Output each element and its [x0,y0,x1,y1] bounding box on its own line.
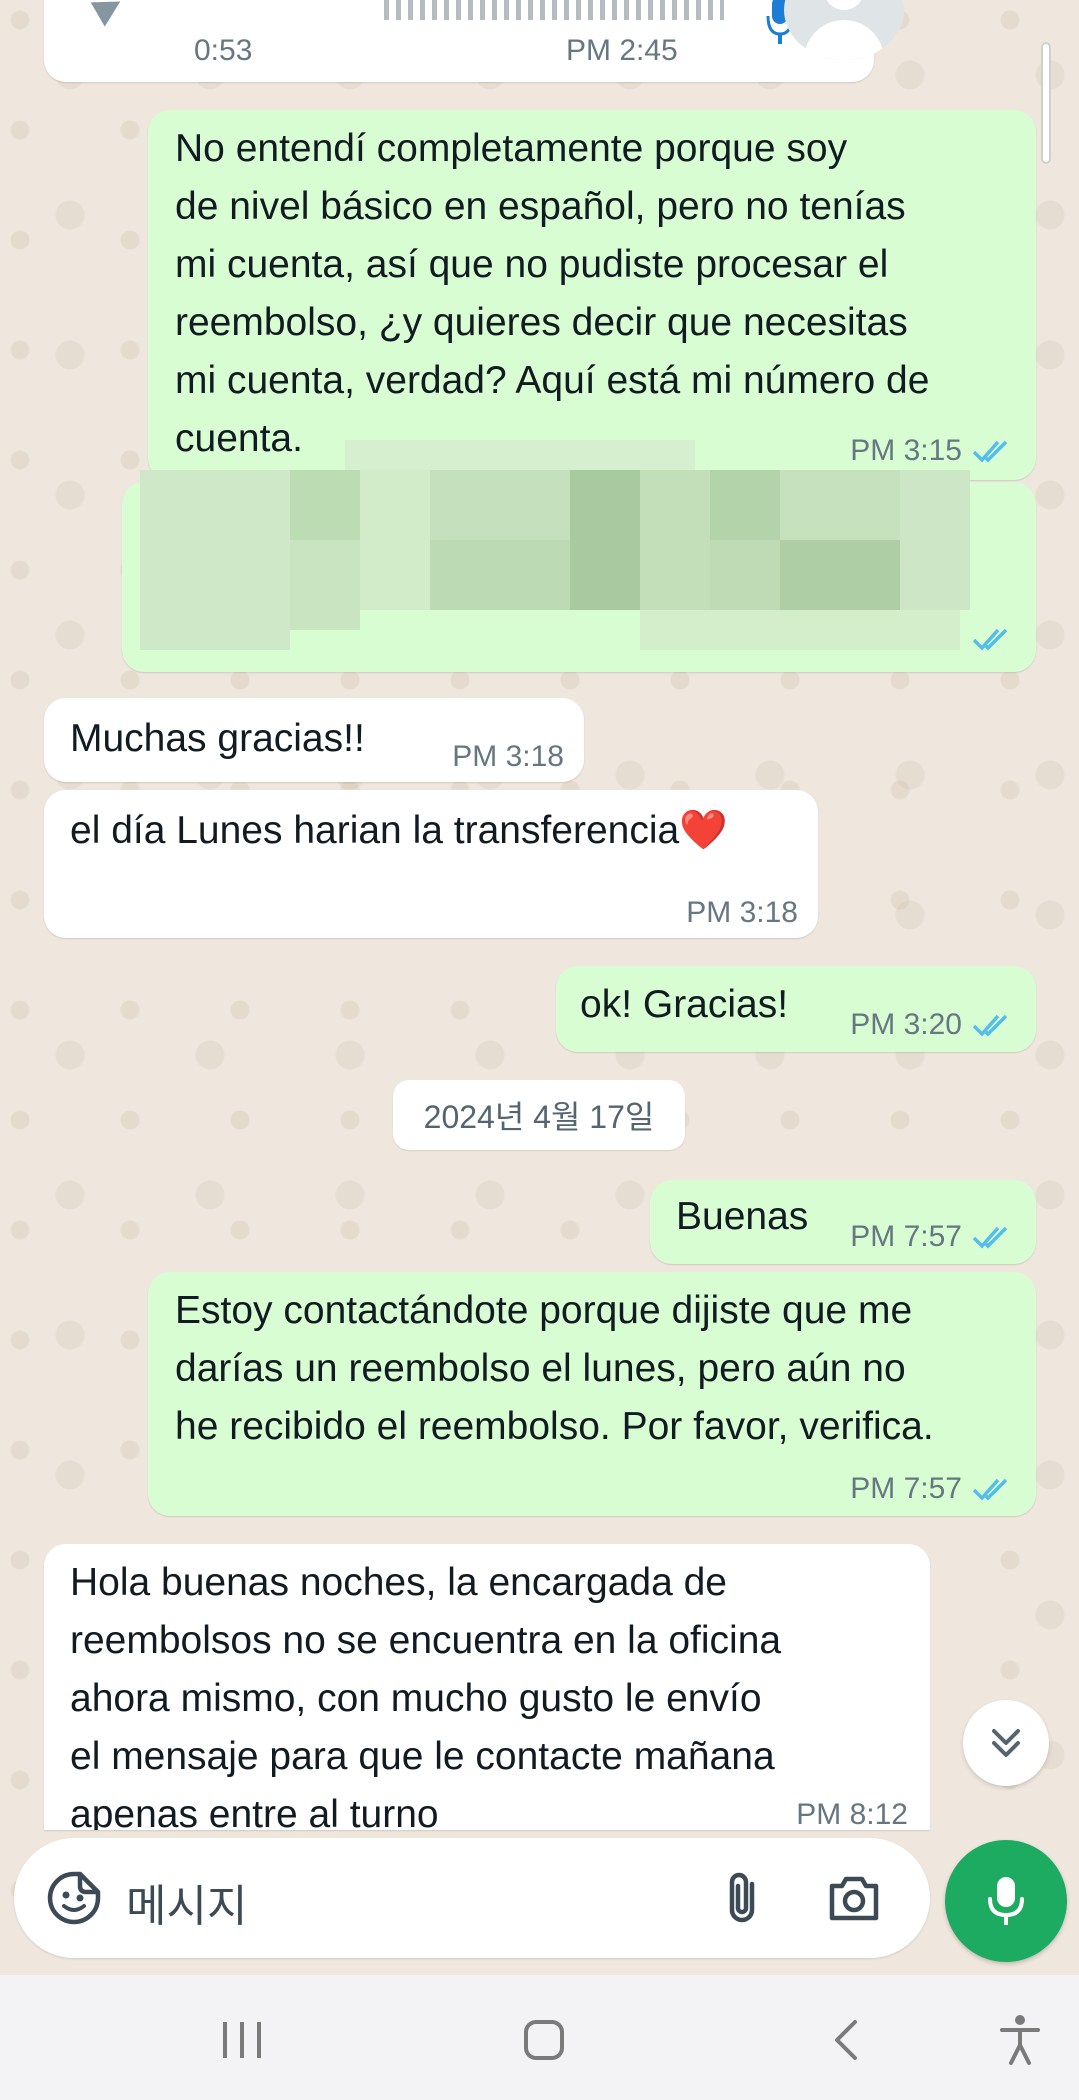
message-bubble-incoming[interactable]: el día Lunes harian la transferencia❤️ P… [44,790,818,938]
mic-icon [988,1877,1024,1925]
message-text: Hola buenas noches, la encargada de reem… [70,1561,782,1830]
message-text: Buenas [676,1195,809,1238]
message-bubble-outgoing[interactable]: Estoy contactándote porque dijiste que m… [148,1272,1036,1516]
camera-icon[interactable] [824,1868,884,1928]
accessibility-icon [1000,2015,1040,2065]
recent-apps-icon [223,2022,261,2058]
message-bubble-incoming[interactable]: Hola buenas noches, la encargada de reem… [44,1544,930,1830]
message-time: PM 7:57 [850,1220,962,1253]
message-text: el día Lunes harian la transferencia❤️ [70,809,728,852]
read-ticks-icon [972,1478,1008,1501]
voice-time: PM 2:45 [566,34,678,67]
message-time: PM 7:57 [850,1472,962,1505]
voice-message-bubble[interactable]: 0:53 PM 2:45 [44,0,904,82]
audio-waveform[interactable] [384,0,724,20]
message-text: ok! Gracias! [580,983,789,1026]
message-bubble-outgoing[interactable]: ok! Gracias! PM 3:20 [556,966,1036,1052]
back-button[interactable] [812,2005,882,2075]
message-time: PM 3:18 [452,740,564,773]
redacted-account-number [140,440,992,680]
date-divider: 2024년 4월 17일 [393,1080,685,1150]
message-bubble-outgoing[interactable]: No entendí completamente porque soy de n… [148,110,1036,480]
scroll-to-bottom-button[interactable] [963,1700,1049,1786]
message-text: Estoy contactándote porque dijiste que m… [175,1289,934,1448]
attach-icon[interactable] [714,1868,774,1928]
play-icon[interactable] [90,0,128,27]
recent-apps-button[interactable] [207,2005,277,2075]
message-bubble-outgoing[interactable]: Buenas PM 7:57 [650,1180,1036,1264]
home-icon [524,2020,564,2060]
message-time: PM 3:20 [850,1008,962,1041]
back-icon [835,2020,857,2060]
message-bubble-incoming[interactable]: Muchas gracias!! PM 3:18 [44,698,584,782]
message-text: Muchas gracias!! [70,717,365,760]
message-input[interactable]: 메시지 [126,1870,247,1934]
chevron-double-down-icon [992,1729,1020,1757]
home-button[interactable] [509,2005,579,2075]
read-ticks-icon [972,1226,1008,1249]
message-time: PM 3:18 [686,896,798,929]
message-text: No entendí completamente porque soy de n… [175,127,930,460]
sticker-icon[interactable] [44,1868,104,1928]
scrollbar[interactable] [1041,42,1051,164]
accessibility-button[interactable] [985,2005,1055,2075]
voice-record-button[interactable] [945,1840,1067,1962]
message-composer[interactable]: 메시지 [14,1838,930,1958]
read-ticks-icon [972,1014,1008,1037]
system-navigation-bar [0,1975,1079,2100]
message-time: PM 8:12 [796,1798,908,1830]
voice-duration: 0:53 [194,34,253,67]
